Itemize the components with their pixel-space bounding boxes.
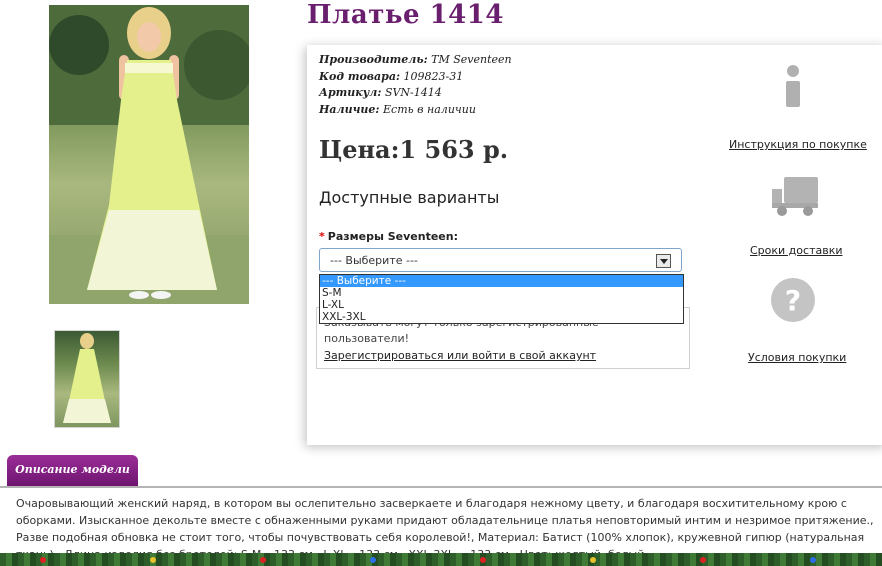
product-price: Цена:1 563 р. — [319, 135, 509, 164]
meta-code: Код товара: 109823-31 — [319, 69, 512, 86]
chevron-down-icon[interactable] — [656, 254, 671, 268]
register-login-link[interactable]: Зарегистрироваться или войти в свой акка… — [324, 349, 596, 362]
svg-text:?: ? — [785, 284, 801, 317]
dress-photo — [49, 5, 249, 304]
size-option-l-xl[interactable]: L-XL — [320, 299, 683, 311]
garland-ornament — [370, 557, 376, 563]
meta-value: 109823-31 — [403, 69, 464, 83]
product-main-image[interactable] — [49, 5, 249, 304]
meta-availability: Наличие: Есть в наличии — [319, 102, 512, 119]
garland-ornament — [40, 557, 46, 563]
holiday-garland — [0, 553, 882, 566]
question-icon[interactable]: ? — [770, 277, 816, 323]
meta-manufacturer: Производитель: TM Seventeen — [319, 52, 512, 69]
meta-label: Артикул: — [319, 86, 382, 99]
product-thumbnail[interactable] — [54, 330, 120, 428]
garland-ornament — [590, 557, 596, 563]
required-mark: * — [319, 230, 325, 243]
truck-icon[interactable] — [770, 175, 820, 217]
garland-ornament — [700, 557, 706, 563]
garland-ornament — [480, 557, 486, 563]
meta-label: Наличие: — [319, 102, 380, 116]
meta-label: Код товара: — [319, 69, 401, 83]
product-info-panel: Производитель: TM Seventeen Код товара: … — [307, 45, 882, 445]
garland-ornament — [810, 557, 816, 563]
delivery-terms-link[interactable]: Сроки доставки — [750, 244, 843, 257]
size-select[interactable]: --- Выберите --- — [319, 248, 682, 272]
meta-value: SVN-1414 — [384, 86, 442, 99]
meta-article: Артикул: SVN-1414 — [319, 85, 512, 102]
page-title: Платье 1414 — [307, 0, 504, 30]
garland-ornament — [260, 557, 266, 563]
tab-description[interactable]: Описание модели — [7, 455, 138, 486]
thumbnail-photo — [63, 333, 111, 423]
size-option-s-m[interactable]: S-M — [320, 287, 683, 299]
size-label-text: Размеры Seventeen: — [327, 230, 458, 243]
meta-value: TM Seventeen — [431, 53, 512, 66]
product-meta: Производитель: TM Seventeen Код товара: … — [319, 52, 512, 118]
size-option-xxl-3xl[interactable]: XXL-3XL — [320, 311, 683, 323]
size-option-placeholder[interactable]: --- Выберите --- — [320, 275, 683, 287]
variants-heading: Доступные варианты — [319, 188, 500, 207]
info-icon[interactable] — [781, 65, 805, 109]
login-notice-line2: пользователи! — [324, 332, 410, 345]
meta-label: Производитель: — [319, 53, 428, 66]
size-dropdown-list[interactable]: --- Выберите --- S-M L-XL XXL-3XL — [319, 274, 684, 324]
size-select-value: --- Выберите --- — [330, 254, 418, 267]
purchase-instructions-link[interactable]: Инструкция по покупке — [729, 138, 867, 151]
garland-ornament — [150, 557, 156, 563]
purchase-conditions-link[interactable]: Условия покупки — [748, 351, 846, 364]
size-label: * Размеры Seventeen: — [319, 230, 458, 243]
meta-value: Есть в наличии — [383, 102, 476, 116]
description-divider — [0, 486, 882, 488]
